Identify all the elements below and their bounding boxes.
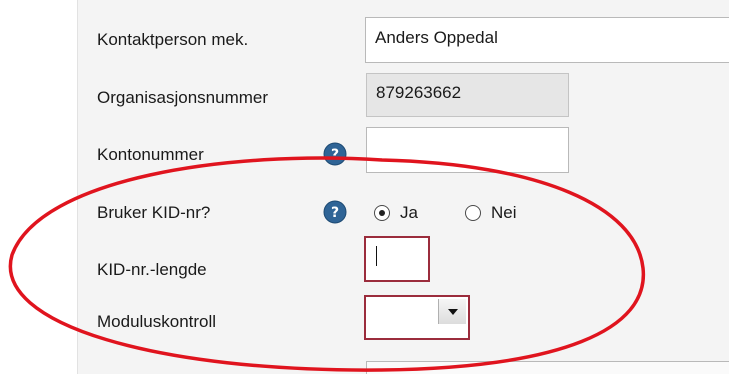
contact-person-value: Anders Oppedal: [375, 28, 498, 47]
radio-nei[interactable]: [465, 205, 481, 221]
radio-selected-dot: [378, 209, 385, 216]
svg-text:?: ?: [331, 147, 339, 163]
form-screenshot: Kontaktperson mek. Anders Oppedal Organi…: [0, 0, 729, 374]
account-number-label: Kontonummer: [97, 145, 204, 164]
org-number-field: 879263662: [366, 73, 569, 117]
next-field-partial[interactable]: [366, 361, 729, 374]
kid-length-input[interactable]: [364, 236, 430, 282]
chevron-down-icon: [448, 309, 458, 315]
question-circle-icon[interactable]: ?: [323, 142, 347, 166]
radio-ja-label[interactable]: Ja: [400, 203, 418, 223]
modulus-control-select[interactable]: [364, 295, 470, 340]
svg-text:?: ?: [331, 205, 339, 221]
kid-length-label: KID-nr.-lengde: [97, 260, 207, 279]
radio-nei-label[interactable]: Nei: [491, 203, 517, 223]
question-circle-icon[interactable]: ?: [323, 200, 347, 224]
contact-person-input[interactable]: Anders Oppedal: [365, 17, 729, 63]
org-number-value: 879263662: [376, 83, 462, 102]
dropdown-button[interactable]: [438, 299, 466, 324]
contact-person-label: Kontaktperson mek.: [97, 30, 249, 49]
org-number-label: Organisasjonsnummer: [97, 88, 269, 107]
modulus-control-label: Moduluskontroll: [97, 312, 217, 331]
account-number-input[interactable]: [366, 127, 569, 173]
radio-ja[interactable]: [374, 205, 390, 221]
text-caret: [376, 246, 377, 266]
uses-kid-label: Bruker KID-nr?: [97, 203, 211, 222]
